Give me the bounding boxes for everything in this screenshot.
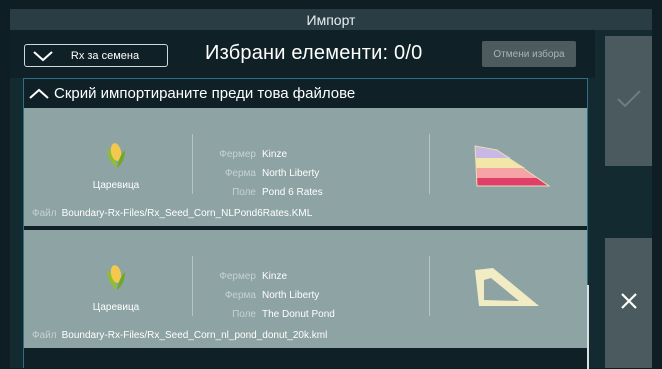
farm-label: Ферма — [224, 290, 256, 301]
farmer-value: Kinze — [262, 149, 288, 160]
file-path: Файл Boundary-Rx-Files/Rx_Seed_Corn_nl_po… — [32, 330, 327, 341]
farm-value: North Liberty — [262, 290, 320, 301]
farmer-label: Фермер — [219, 149, 256, 160]
crop-name: Царевица — [92, 302, 140, 313]
corn-icon — [104, 140, 128, 170]
close-button[interactable] — [605, 238, 652, 368]
scrollbar[interactable] — [587, 285, 589, 369]
hide-imported-label: Скрий импортираните преди това файлове — [54, 85, 356, 102]
divider — [429, 256, 430, 316]
hide-imported-toggle[interactable]: Скрий импортираните преди това файлове — [24, 79, 587, 108]
divider — [429, 134, 430, 194]
crop-name: Царевица — [92, 180, 140, 191]
cancel-selection-button[interactable]: Отмени избора — [482, 41, 576, 67]
item-details: Фермер Kinze Ферма North Liberty Поле Pond … — [192, 145, 323, 202]
import-file-list: Скрий импортираните преди това файлове Ц… — [23, 78, 589, 369]
farm-value: North Liberty — [262, 168, 320, 179]
field-rates-map-icon — [467, 138, 551, 194]
selected-items-count: Избрани елементи: 0/0 — [205, 42, 423, 64]
corn-icon — [104, 262, 128, 292]
chevron-up-icon — [28, 88, 54, 100]
file-path: Файл Boundary-Rx-Files/Rx_Seed_Corn_NLPon… — [32, 208, 312, 219]
close-icon — [620, 292, 638, 315]
import-dialog: Импорт Rx за семена Избрани елементи: 0/… — [10, 9, 652, 369]
import-header: Rx за семена Избрани елементи: 0/0 Отмен… — [10, 30, 595, 78]
file-value: Boundary-Rx-Files/Rx_Seed_Corn_NLPond6Ra… — [61, 208, 313, 219]
item-details: Фермер Kinze Ферма North Liberty Поле The D… — [192, 267, 335, 324]
dialog-title: Импорт — [10, 9, 652, 30]
chevron-down-icon — [25, 44, 61, 67]
rx-type-dropdown[interactable]: Rx за семена — [24, 44, 168, 67]
check-icon — [616, 89, 642, 114]
list-item[interactable]: Царевица Фермер Kinze Ферма North Liberty … — [24, 108, 587, 226]
farmer-label: Фермер — [219, 271, 256, 282]
confirm-button[interactable] — [605, 36, 652, 166]
field-label: Поле — [232, 309, 256, 320]
farm-label: Ферма — [224, 168, 256, 179]
list-item[interactable]: Царевица Фермер Kinze Ферма North Liberty … — [24, 230, 587, 348]
field-value: The Donut Pond — [262, 309, 335, 320]
file-label: Файл — [32, 208, 57, 219]
file-value: Boundary-Rx-Files/Rx_Seed_Corn_nl_pond_d… — [61, 330, 328, 341]
file-label: Файл — [32, 330, 57, 341]
field-label: Поле — [232, 187, 256, 198]
farmer-value: Kinze — [262, 271, 288, 282]
rx-type-label: Rx за семена — [70, 49, 140, 62]
field-boundary-icon — [467, 260, 551, 316]
field-value: Pond 6 Rates — [262, 187, 323, 198]
